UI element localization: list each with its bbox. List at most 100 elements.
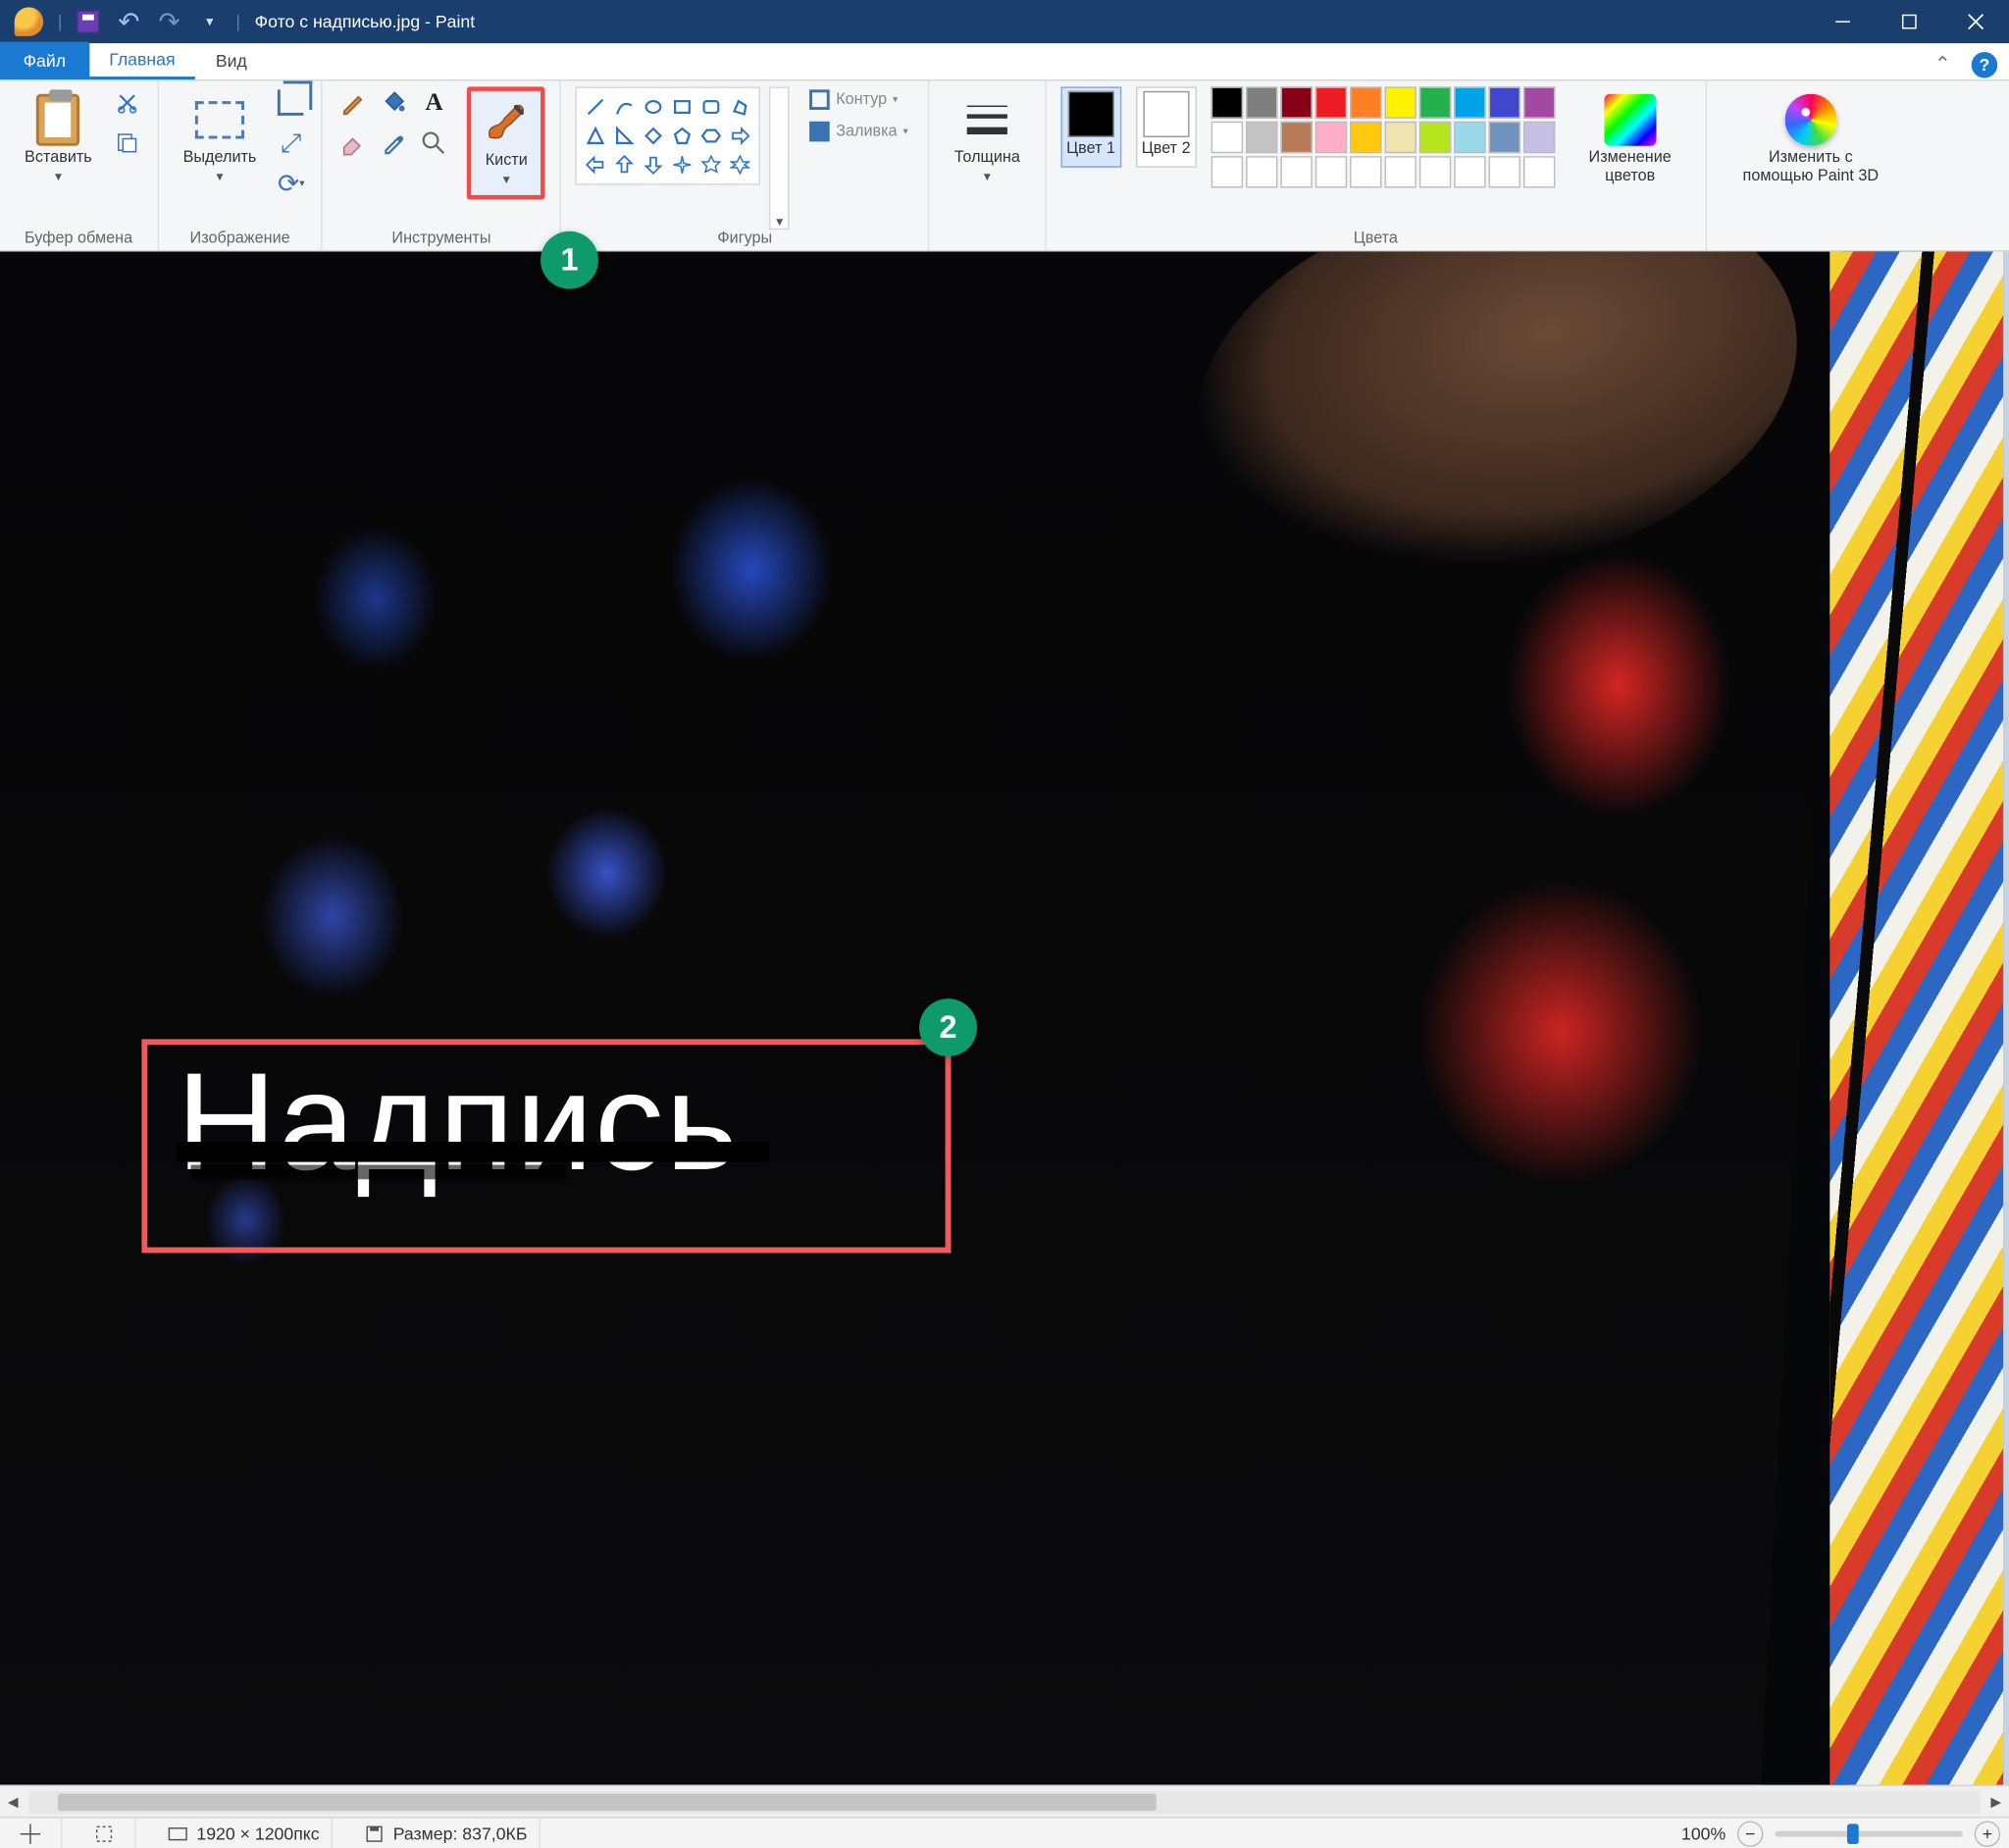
shapes-gallery[interactable] [580,91,756,180]
window-title: Фото с надписью.jpg - Paint [255,12,475,32]
zoom-in-button[interactable]: + [1975,1821,2001,1847]
palette-swatch[interactable] [1384,156,1416,187]
palette-swatch[interactable] [1488,156,1520,187]
shape-outline-menu[interactable]: Контур ▾ [804,86,914,113]
undo-button[interactable]: ↶ [115,7,143,35]
scroll-left-button[interactable]: ◄ [0,1788,26,1815]
palette-swatch[interactable] [1523,122,1555,153]
palette-swatch[interactable] [1314,122,1346,153]
shape-roundrect[interactable] [698,94,725,121]
shape-arrow-down[interactable] [641,152,667,179]
pencil-icon [340,89,367,116]
zoom-slider-thumb[interactable] [1847,1823,1859,1844]
close-button[interactable] [1942,0,2009,43]
fill-icon [810,122,831,142]
shape-arrow-up[interactable] [612,152,639,179]
select-button[interactable]: Выделить▼ [173,86,266,193]
zoom-slider[interactable] [1775,1830,1963,1836]
palette-swatch[interactable] [1350,122,1381,153]
shape-line[interactable] [583,94,609,121]
palette-swatch[interactable] [1384,86,1416,118]
minimize-button[interactable] [1810,0,1877,43]
shape-diamond[interactable] [641,123,667,149]
cut-button[interactable] [111,86,142,118]
canvas[interactable]: Надпись 2 [0,251,2003,1784]
shape-star5[interactable] [698,152,725,179]
paint3d-button[interactable]: Изменить с помощью Paint 3D [1721,86,1900,193]
palette-swatch[interactable] [1488,86,1520,118]
palette-swatch[interactable] [1246,156,1277,187]
palette-swatch[interactable] [1280,122,1312,153]
qat-customize[interactable]: ▾ [195,7,224,35]
palette-swatch[interactable] [1419,122,1451,153]
shape-curve[interactable] [612,94,639,121]
file-tab[interactable]: Файл [0,42,89,79]
palette-swatch[interactable] [1246,86,1277,118]
palette-swatch[interactable] [1314,156,1346,187]
eraser-tool[interactable] [337,128,369,159]
shape-fill-menu[interactable]: Заливка ▾ [804,119,914,145]
palette-swatch[interactable] [1211,86,1242,118]
palette-swatch[interactable] [1419,156,1451,187]
clipboard-icon [36,94,79,146]
resize-button[interactable]: ⤢ [276,128,307,159]
size-button[interactable]: Толщина▼ [944,86,1030,193]
brushes-button[interactable]: Кисти▼ [467,86,545,199]
scroll-track[interactable] [28,1790,1980,1814]
shape-triangle[interactable] [583,123,609,149]
maximize-button[interactable] [1876,0,1942,43]
rotate-button[interactable]: ⟳▾ [276,168,307,199]
palette-swatch[interactable] [1314,86,1346,118]
palette-swatch[interactable] [1523,86,1555,118]
shape-hexagon[interactable] [698,123,725,149]
color-picker-tool[interactable] [378,128,409,159]
palette-swatch[interactable] [1488,122,1520,153]
color1-button[interactable]: Цвет 1 [1060,86,1121,168]
collapse-ribbon-button[interactable]: ⌃ [1926,49,1960,79]
palette-swatch[interactable] [1523,156,1555,187]
redo-button[interactable]: ↷ [155,7,183,35]
shape-right-triangle[interactable] [612,123,639,149]
copy-button[interactable] [111,128,142,159]
zoom-out-button[interactable]: − [1737,1821,1764,1847]
palette-swatch[interactable] [1454,156,1485,187]
palette-swatch[interactable] [1350,86,1381,118]
shape-arrow-left[interactable] [583,152,609,179]
text-tool[interactable]: A [418,86,449,118]
shapes-group: ▼ Контур ▾ Заливка ▾ Фигуры [561,81,930,250]
shape-star4[interactable] [670,152,696,179]
palette-swatch[interactable] [1280,86,1312,118]
palette-swatch[interactable] [1280,156,1312,187]
palette-swatch[interactable] [1211,156,1242,187]
scroll-right-button[interactable]: ► [1983,1788,2009,1815]
view-tab[interactable]: Вид [195,42,267,79]
crop-icon [278,89,304,116]
edit-colors-button[interactable]: Изменение цветов [1570,86,1691,193]
paste-button[interactable]: Вставить▼ [15,86,102,193]
palette-swatch[interactable] [1211,122,1242,153]
crop-button[interactable] [276,86,307,118]
palette-swatch[interactable] [1454,86,1485,118]
shape-pentagon[interactable] [670,123,696,149]
palette-swatch[interactable] [1350,156,1381,187]
pencil-tool[interactable] [337,86,369,118]
fill-tool[interactable] [378,86,409,118]
shape-oval[interactable] [641,94,667,121]
color2-button[interactable]: Цвет 2 [1136,86,1197,168]
shape-rect[interactable] [670,94,696,121]
shape-star6[interactable] [728,152,754,179]
palette-swatch[interactable] [1419,86,1451,118]
palette-swatch[interactable] [1246,122,1277,153]
horizontal-scrollbar[interactable]: ◄ ► [0,1785,2009,1817]
palette-swatch[interactable] [1454,122,1485,153]
shape-arrow-right[interactable] [728,123,754,149]
shape-polygon[interactable] [728,94,754,121]
scroll-thumb[interactable] [58,1793,1157,1811]
magnifier-tool[interactable] [418,128,449,159]
help-button[interactable]: ? [1972,51,1998,77]
canvas-size-icon [168,1823,188,1844]
save-button[interactable] [74,7,102,35]
shapes-gallery-expand[interactable]: ▼ [769,86,790,230]
palette-swatch[interactable] [1384,122,1416,153]
home-tab[interactable]: Главная [89,42,196,79]
